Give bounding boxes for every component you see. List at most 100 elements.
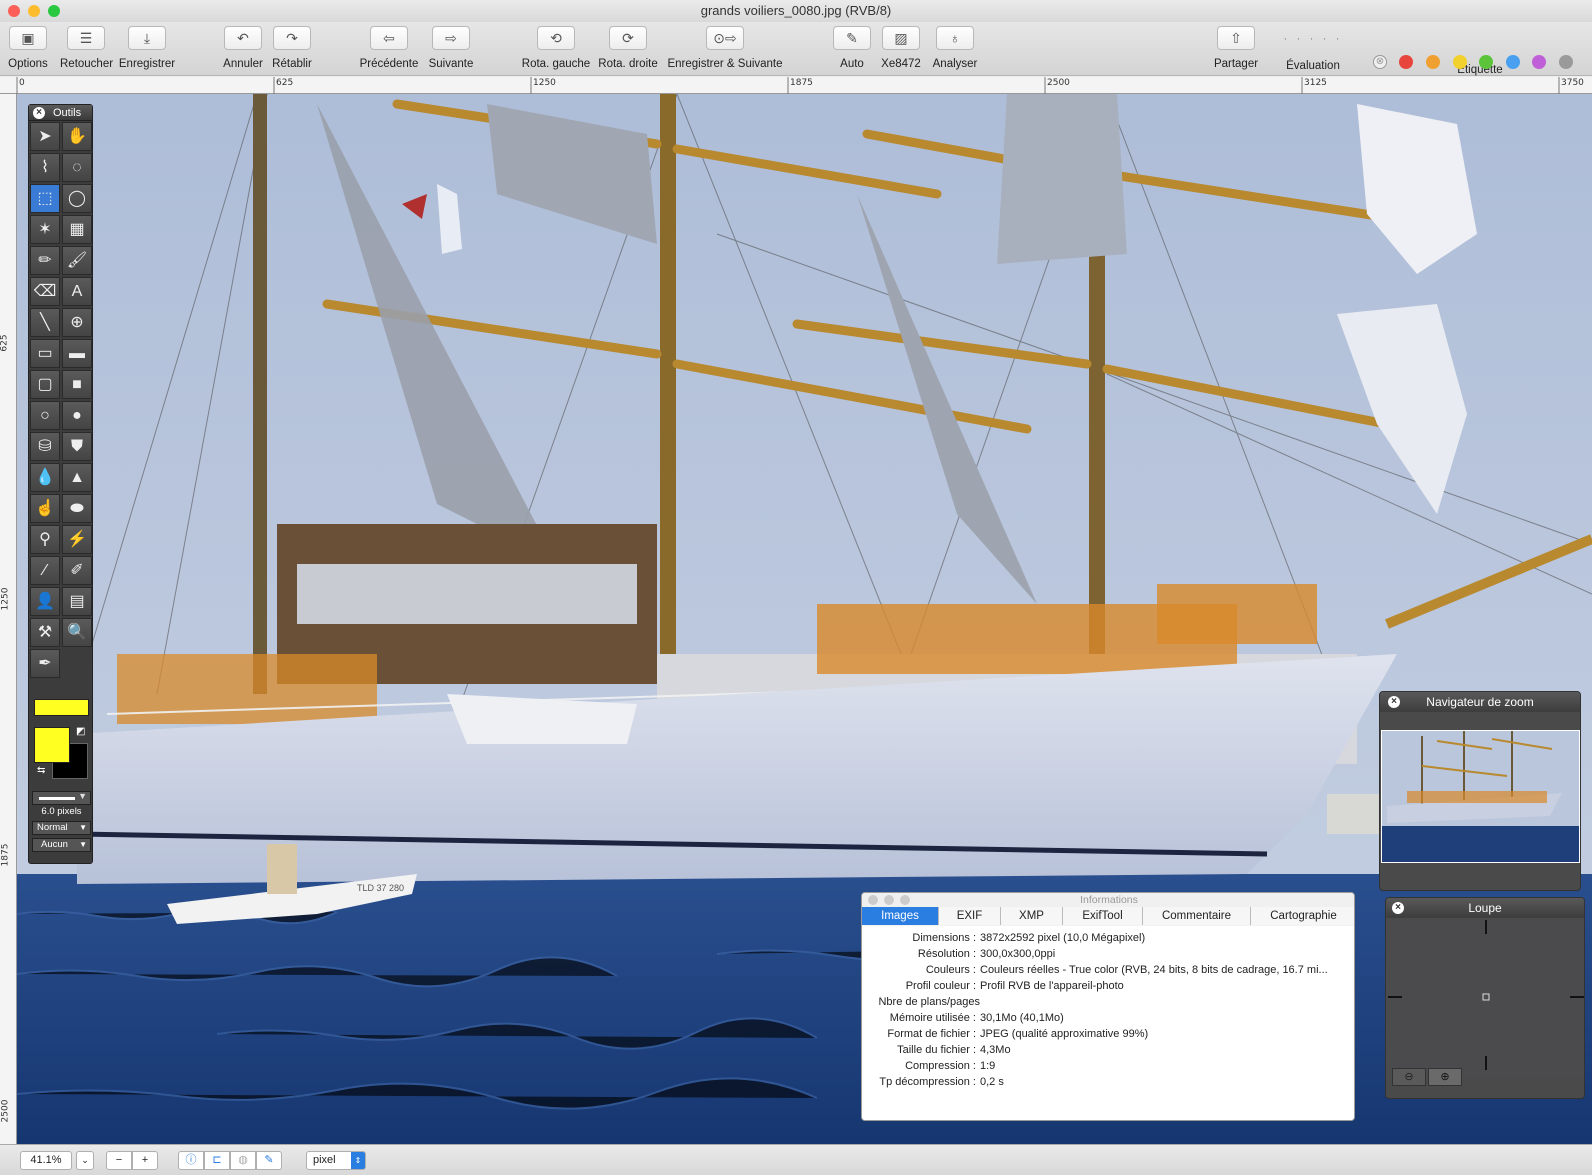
blur-drop-icon[interactable]: 💧 bbox=[30, 463, 60, 492]
info-row: Nbre de plans/pages bbox=[878, 996, 980, 1008]
zoom-in-button[interactable]: + bbox=[132, 1151, 158, 1170]
filled-ellipse-icon[interactable]: ● bbox=[62, 401, 92, 430]
image-canvas[interactable]: TLD 37 280 bbox=[17, 94, 1592, 1144]
label-blue-button[interactable] bbox=[1506, 55, 1520, 69]
text-tool-icon[interactable]: A bbox=[62, 277, 92, 306]
foreground-color-swatch[interactable] bbox=[34, 727, 70, 763]
default-colors-icon[interactable]: ◩ bbox=[76, 726, 85, 737]
line-tool-icon[interactable]: ╲ bbox=[30, 308, 60, 337]
ruler-tick: 2500 bbox=[0, 1099, 11, 1123]
label-none-button[interactable]: ⊗ bbox=[1373, 55, 1387, 69]
main-toolbar: ▣ Options ☰ Retoucher ⤓ Enregistrer ↶ Annule… bbox=[0, 22, 1592, 76]
rating-control[interactable]: · · · · · Évaluation bbox=[1268, 26, 1358, 72]
eraser-icon[interactable]: ⌫ bbox=[30, 277, 60, 306]
close-window-button[interactable] bbox=[8, 5, 20, 17]
tab-xmp[interactable]: XMP bbox=[1001, 907, 1063, 925]
gradient-icon[interactable]: ▤ bbox=[62, 587, 92, 616]
zoom-window-button[interactable] bbox=[900, 895, 910, 905]
enregistrer-button[interactable]: ⤓ Enregistrer bbox=[116, 26, 178, 70]
rotate-right-button[interactable]: ⟳ Rota. droite bbox=[596, 26, 660, 70]
rating-dots[interactable]: · · · · · bbox=[1268, 26, 1358, 52]
globe-icon[interactable]: ◍ bbox=[230, 1151, 256, 1170]
close-icon[interactable]: × bbox=[1392, 902, 1404, 914]
wrench-icon[interactable]: ✎ bbox=[256, 1151, 282, 1170]
auto-button[interactable]: ✎ Auto bbox=[830, 26, 874, 70]
silhouette-icon[interactable]: 👤 bbox=[30, 587, 60, 616]
swap-colors-icon[interactable]: ⇆ bbox=[37, 765, 45, 776]
next-button[interactable]: ⇨ Suivante bbox=[425, 26, 477, 70]
chevron-down-icon: ⇕ bbox=[351, 1152, 365, 1169]
burn-brush-icon[interactable]: ⚡ bbox=[62, 525, 92, 554]
share-button[interactable]: ⇧ Partager bbox=[1208, 26, 1264, 70]
retoucher-button[interactable]: ☰ Retoucher bbox=[60, 26, 113, 70]
close-icon[interactable]: × bbox=[1388, 696, 1400, 708]
minimize-window-button[interactable] bbox=[28, 5, 40, 17]
filled-rectangle-icon[interactable]: ▬ bbox=[62, 339, 92, 368]
ruler-icon[interactable]: ⊏ bbox=[204, 1151, 230, 1170]
zoom-out-button[interactable]: − bbox=[106, 1151, 132, 1170]
paint-bucket-icon[interactable]: ⛁ bbox=[30, 432, 60, 461]
close-icon[interactable]: × bbox=[33, 107, 45, 119]
zoom-level-field[interactable]: 41.1% bbox=[20, 1151, 72, 1170]
rounded-rect-icon[interactable]: ▢ bbox=[30, 370, 60, 399]
label-red-button[interactable] bbox=[1399, 55, 1413, 69]
syringe-icon[interactable]: ✒ bbox=[30, 649, 60, 678]
brush-size-dropdown[interactable]: ▼ bbox=[32, 791, 91, 805]
clone-stamp-icon[interactable]: ⚒ bbox=[30, 618, 60, 647]
minimize-window-button[interactable] bbox=[884, 895, 894, 905]
previous-button[interactable]: ⇦ Précédente bbox=[358, 26, 420, 70]
tab-images[interactable]: Images bbox=[862, 907, 939, 925]
close-window-button[interactable] bbox=[868, 895, 878, 905]
eyedropper-icon[interactable]: ⁄ bbox=[30, 556, 60, 585]
smudge-icon[interactable]: ☝ bbox=[30, 494, 60, 523]
zoom-window-button[interactable] bbox=[48, 5, 60, 17]
polygon-lasso-icon[interactable]: ⌇ bbox=[30, 153, 60, 182]
ellipse-icon[interactable]: ○ bbox=[30, 401, 60, 430]
label-yellow-button[interactable] bbox=[1453, 55, 1467, 69]
undo-button[interactable]: ↶ Annuler bbox=[221, 26, 265, 70]
label-green-button[interactable] bbox=[1479, 55, 1493, 69]
redo-button[interactable]: ↷ Rétablir bbox=[270, 26, 314, 70]
stamp-icon[interactable]: ⛊ bbox=[62, 432, 92, 461]
sharpen-icon[interactable]: ▲ bbox=[62, 463, 92, 492]
tab-exiftool[interactable]: ExifTool bbox=[1063, 907, 1143, 925]
current-color-swatch[interactable] bbox=[34, 699, 89, 716]
lasso-tool-icon[interactable]: ◌ bbox=[62, 153, 92, 182]
zoom-dropdown-chevron-icon[interactable]: ⌄ bbox=[76, 1151, 94, 1170]
blend-mode-dropdown[interactable]: Normal ▼ bbox=[32, 821, 91, 835]
zoom-navigator-title: × Navigateur de zoom bbox=[1380, 692, 1580, 712]
sponge-icon[interactable]: ⬬ bbox=[62, 494, 92, 523]
zoom-in-icon[interactable]: ⊕ bbox=[1428, 1068, 1462, 1086]
crosshair-icon[interactable]: ⊕ bbox=[62, 308, 92, 337]
unit-select[interactable]: pixel ⇕ bbox=[306, 1151, 366, 1170]
rectangle-icon[interactable]: ▭ bbox=[30, 339, 60, 368]
label-gray-button[interactable] bbox=[1559, 55, 1573, 69]
label-orange-button[interactable] bbox=[1426, 55, 1440, 69]
filled-rounded-rect-icon[interactable]: ■ bbox=[62, 370, 92, 399]
crop-icon[interactable]: ▦ bbox=[62, 215, 92, 244]
rect-select-icon[interactable]: ⬚ bbox=[30, 184, 60, 213]
color-replace-icon[interactable]: ✐ bbox=[62, 556, 92, 585]
save-and-next-button[interactable]: ⊙⇨ Enregistrer & Suivante bbox=[664, 26, 786, 70]
options-button[interactable]: ▣ Options bbox=[6, 26, 50, 70]
hand-tool-icon[interactable]: ✋ bbox=[62, 122, 92, 151]
dodge-brush-icon[interactable]: ⚲ bbox=[30, 525, 60, 554]
tab-commentaire[interactable]: Commentaire bbox=[1143, 907, 1251, 925]
brush-icon[interactable]: 🖌 bbox=[62, 246, 92, 275]
zoom-navigator-panel: × Navigateur de zoom bbox=[1379, 691, 1581, 891]
analyser-button[interactable]: ♁ Analyser bbox=[928, 26, 982, 70]
rotate-left-button[interactable]: ⟲ Rota. gauche bbox=[520, 26, 592, 70]
xe8472-button[interactable]: ▨ Xe8472 bbox=[876, 26, 926, 70]
magic-wand-icon[interactable]: ✶ bbox=[30, 215, 60, 244]
label-purple-button[interactable] bbox=[1532, 55, 1546, 69]
fill-dropdown[interactable]: Aucun ▼ bbox=[32, 838, 91, 852]
info-icon[interactable]: ⓘ bbox=[178, 1151, 204, 1170]
pointer-tool-icon[interactable]: ➤ bbox=[30, 122, 60, 151]
zoom-navigator-preview[interactable] bbox=[1381, 730, 1580, 863]
tab-cartographie[interactable]: Cartographie bbox=[1251, 907, 1354, 925]
magnifier-icon[interactable]: 🔍 bbox=[62, 618, 92, 647]
zoom-out-icon[interactable]: ⊖ bbox=[1392, 1068, 1426, 1086]
pencil-icon[interactable]: ✏ bbox=[30, 246, 60, 275]
ellipse-select-icon[interactable]: ◯ bbox=[62, 184, 92, 213]
tab-exif[interactable]: EXIF bbox=[939, 907, 1001, 925]
